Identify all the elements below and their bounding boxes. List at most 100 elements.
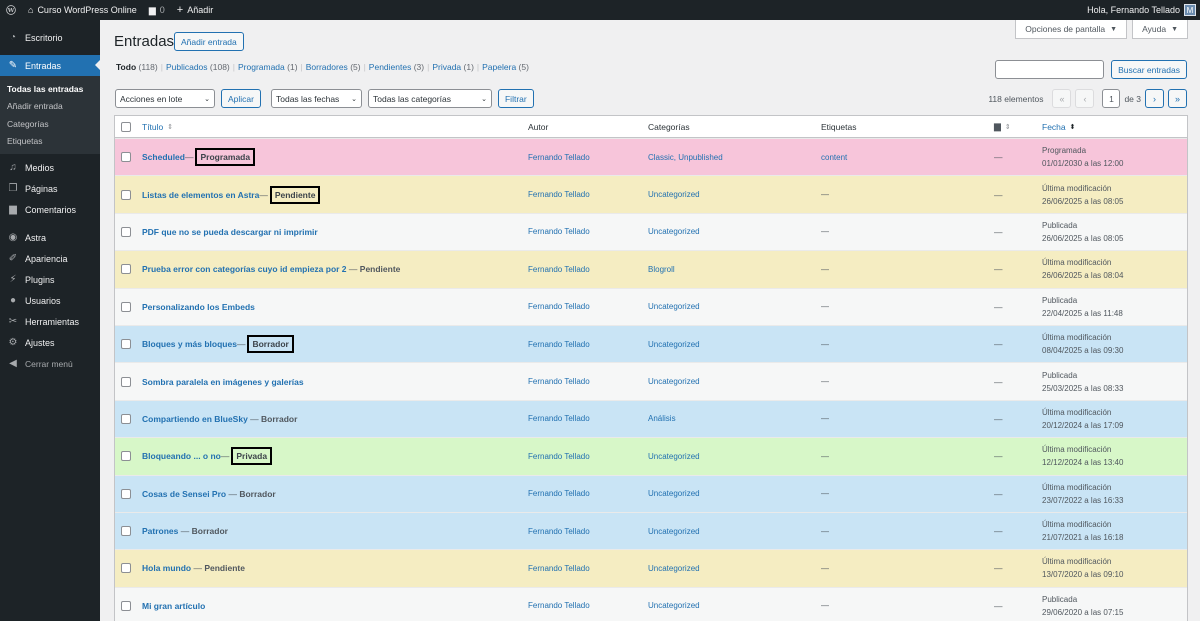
- site-name-link[interactable]: ⌂ Curso WordPress Online: [22, 0, 143, 20]
- post-title-link[interactable]: PDF que no se pueda descargar ni imprimi…: [142, 227, 318, 237]
- row-checkbox[interactable]: [121, 413, 131, 424]
- row-checkbox[interactable]: [121, 339, 131, 350]
- menu-apariencia[interactable]: ✐ Apariencia: [0, 248, 100, 269]
- dates-filter-select[interactable]: Todas las fechas ⌄: [270, 89, 362, 108]
- menu-medios[interactable]: ♫ Medios: [0, 157, 100, 178]
- post-title-link[interactable]: Sombra paralela en imágenes y galerías: [142, 377, 304, 387]
- post-title-link[interactable]: Compartiendo en BlueSky: [142, 414, 248, 424]
- post-title-link[interactable]: Prueba error con categorías cuyo id empi…: [142, 264, 347, 274]
- categories-link[interactable]: Uncategorized: [648, 340, 700, 349]
- filter-pending[interactable]: Pendientes: [369, 62, 412, 72]
- menu-usuarios[interactable]: ● Usuarios: [0, 290, 100, 311]
- menu-astra[interactable]: ◉ Astra: [0, 227, 100, 248]
- row-checkbox[interactable]: [121, 600, 131, 611]
- menu-entradas[interactable]: ✎ Entradas: [0, 55, 100, 76]
- help-button[interactable]: Ayuda ▼: [1132, 20, 1188, 39]
- author-link[interactable]: Fernando Tellado: [528, 302, 590, 311]
- first-page-button[interactable]: «: [1052, 89, 1072, 108]
- categories-link[interactable]: Análisis: [648, 414, 676, 423]
- submenu-todas-las-entradas[interactable]: Todas las entradas: [0, 80, 100, 98]
- my-account-link[interactable]: Hola, Fernando Tellado M: [1081, 0, 1200, 20]
- row-checkbox[interactable]: [121, 189, 131, 200]
- categories-filter-select[interactable]: Todas las categorías ⌄: [367, 89, 492, 108]
- row-checkbox[interactable]: [121, 301, 131, 312]
- bulk-actions-select[interactable]: Acciones en lote ⌄: [115, 89, 215, 108]
- menu-herramientas[interactable]: ✂ Herramientas: [0, 311, 100, 332]
- post-title-link[interactable]: Personalizando los Embeds: [142, 302, 255, 312]
- filter-all[interactable]: Todo: [116, 62, 136, 72]
- row-checkbox[interactable]: [121, 488, 131, 499]
- add-new-post-button[interactable]: Añadir entrada: [174, 32, 244, 51]
- author-link[interactable]: Fernando Tellado: [528, 340, 590, 349]
- post-title-link[interactable]: Cosas de Sensei Pro: [142, 489, 226, 499]
- author-link[interactable]: Fernando Tellado: [528, 452, 590, 461]
- menu-comentarios[interactable]: ▆ Comentarios: [0, 199, 100, 220]
- author-link[interactable]: Fernando Tellado: [528, 190, 590, 199]
- post-title-link[interactable]: Mi gran artículo: [142, 601, 205, 611]
- submenu-categorias[interactable]: Categorías: [0, 115, 100, 133]
- post-title-link[interactable]: Listas de elementos en Astra: [142, 190, 259, 200]
- author-link[interactable]: Fernando Tellado: [528, 414, 590, 423]
- menu-plugins[interactable]: ⚡ Plugins: [0, 269, 100, 290]
- categories-link[interactable]: Classic, Unpublished: [648, 153, 723, 162]
- row-checkbox[interactable]: [121, 376, 131, 387]
- wordpress-logo-icon[interactable]: W: [0, 0, 22, 20]
- search-input[interactable]: [995, 60, 1105, 79]
- filter-published[interactable]: Publicados: [166, 62, 208, 72]
- last-page-button[interactable]: »: [1168, 89, 1187, 108]
- filter-button[interactable]: Filtrar: [497, 89, 534, 108]
- filter-trash[interactable]: Papelera: [482, 62, 516, 72]
- row-checkbox[interactable]: [121, 152, 131, 163]
- submenu-anadir-entrada[interactable]: Añadir entrada: [0, 98, 100, 116]
- row-checkbox[interactable]: [121, 226, 131, 237]
- author-link[interactable]: Fernando Tellado: [528, 564, 590, 573]
- menu-paginas[interactable]: ❐ Páginas: [0, 178, 100, 199]
- categories-link[interactable]: Uncategorized: [648, 302, 700, 311]
- author-link[interactable]: Fernando Tellado: [528, 227, 590, 236]
- post-title-link[interactable]: Patrones: [142, 526, 178, 536]
- row-checkbox[interactable]: [121, 264, 131, 275]
- post-title-link[interactable]: Hola mundo: [142, 563, 191, 573]
- next-page-button[interactable]: ›: [1145, 89, 1164, 108]
- filter-private[interactable]: Privada: [432, 62, 461, 72]
- author-link[interactable]: Fernando Tellado: [528, 377, 590, 386]
- row-checkbox[interactable]: [121, 526, 131, 537]
- author-link[interactable]: Fernando Tellado: [528, 265, 590, 274]
- categories-link[interactable]: Blogroll: [648, 265, 675, 274]
- row-checkbox[interactable]: [121, 563, 131, 574]
- categories-link[interactable]: Uncategorized: [648, 489, 700, 498]
- select-all-checkbox[interactable]: [121, 121, 131, 132]
- categories-link[interactable]: Uncategorized: [648, 227, 700, 236]
- row-checkbox[interactable]: [121, 451, 131, 462]
- screen-options-button[interactable]: Opciones de pantalla ▼: [1015, 20, 1128, 39]
- author-link[interactable]: Fernando Tellado: [528, 153, 590, 162]
- prev-page-button[interactable]: ‹: [1075, 89, 1095, 108]
- author-link[interactable]: Fernando Tellado: [528, 601, 590, 610]
- submenu-etiquetas[interactable]: Etiquetas: [0, 133, 100, 151]
- filter-scheduled[interactable]: Programada: [238, 62, 285, 72]
- new-content-link[interactable]: + Añadir: [171, 0, 219, 20]
- categories-link[interactable]: Uncategorized: [648, 564, 700, 573]
- categories-link[interactable]: Uncategorized: [648, 452, 700, 461]
- filter-drafts[interactable]: Borradores: [306, 62, 348, 72]
- categories-link[interactable]: Uncategorized: [648, 601, 700, 610]
- categories-link[interactable]: Uncategorized: [648, 190, 700, 199]
- categories-link[interactable]: Uncategorized: [648, 377, 700, 386]
- menu-ajustes[interactable]: ⚙ Ajustes: [0, 332, 100, 353]
- comments-link[interactable]: ▆ 0: [143, 0, 171, 20]
- apply-button[interactable]: Aplicar: [221, 89, 261, 108]
- column-title-header[interactable]: Título ⇕: [142, 116, 173, 137]
- search-posts-button[interactable]: Buscar entradas: [1111, 60, 1187, 79]
- categories-link[interactable]: Uncategorized: [648, 527, 700, 536]
- post-title-link[interactable]: Scheduled: [142, 152, 185, 162]
- collapse-menu-button[interactable]: ◀ Cerrar menú: [0, 353, 100, 374]
- menu-escritorio[interactable]: ◔ Escritorio: [0, 27, 100, 48]
- column-date-header[interactable]: Fecha ⬍: [1042, 116, 1076, 137]
- current-page-input[interactable]: 1: [1102, 89, 1121, 108]
- post-title-link[interactable]: Bloqueando ... o no: [142, 451, 221, 461]
- author-link[interactable]: Fernando Tellado: [528, 527, 590, 536]
- tags-value[interactable]: content: [821, 153, 847, 162]
- column-comments-header[interactable]: ▆ ⇕: [994, 116, 1011, 137]
- author-link[interactable]: Fernando Tellado: [528, 489, 590, 498]
- post-title-link[interactable]: Bloques y más bloques: [142, 339, 237, 349]
